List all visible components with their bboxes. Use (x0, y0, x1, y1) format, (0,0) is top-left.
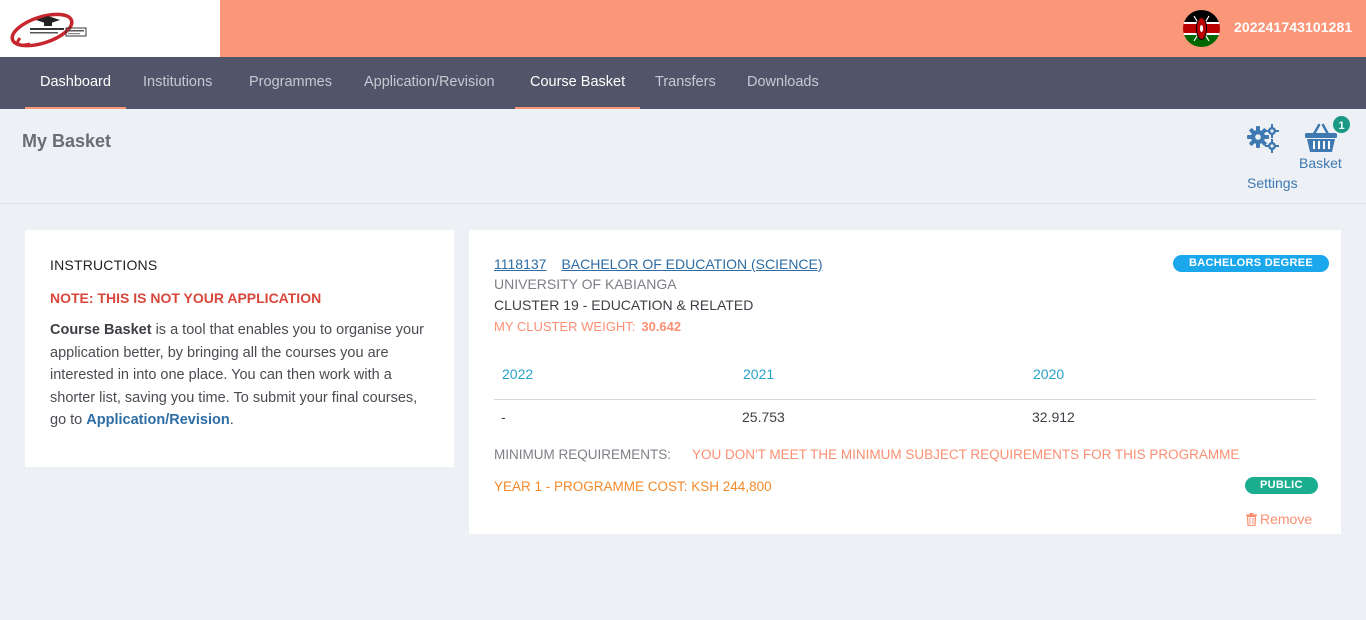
course-code[interactable]: 1118137 (494, 256, 546, 272)
cluster-weight-value: 30.642 (641, 319, 682, 334)
logo-area[interactable] (0, 0, 220, 57)
nav-application-revision[interactable]: Application/Revision (364, 57, 495, 109)
course-name[interactable]: BACHELOR OF EDUCATION (SCIENCE) (561, 256, 822, 272)
programme-cost: YEAR 1 - PROGRAMME COST: KSH 244,800 (494, 479, 772, 494)
course-cluster: CLUSTER 19 - EDUCATION & RELATED (494, 297, 754, 313)
cutoff-value: 32.912 (1032, 409, 1075, 425)
instructions-note: NOTE: THIS IS NOT YOUR APPLICATION (50, 290, 322, 306)
cluster-weight-label: MY CLUSTER WEIGHT: (494, 319, 636, 334)
main-nav: Dashboard Institutions Programmes Applic… (0, 57, 1366, 109)
top-bar: 202241743101281 (0, 0, 1366, 57)
min-requirements-label: MINIMUM REQUIREMENTS: (494, 447, 671, 462)
institution-type-badge: PUBLIC (1245, 477, 1318, 494)
course-card: 1118137 BACHELOR OF EDUCATION (SCIENCE) B… (469, 230, 1341, 534)
application-revision-link[interactable]: Application/Revision (86, 412, 229, 428)
nav-institutions[interactable]: Institutions (143, 57, 212, 109)
nav-programmes[interactable]: Programmes (249, 57, 332, 109)
settings-link[interactable]: Settings (1247, 175, 1298, 191)
min-requirements-status: YOU DON'T MEET THE MINIMUM SUBJECT REQUI… (692, 447, 1240, 462)
nav-dashboard[interactable]: Dashboard (25, 57, 126, 109)
instructions-card: INSTRUCTIONS NOTE: THIS IS NOT YOUR APPL… (25, 230, 454, 467)
course-university: UNIVERSITY OF KABIANGA (494, 276, 677, 292)
nav-course-basket[interactable]: Course Basket (514, 57, 641, 109)
instructions-body-bold: Course Basket (50, 322, 152, 338)
kenya-flag-icon (1183, 10, 1220, 47)
nav-transfers[interactable]: Transfers (655, 57, 716, 109)
cluster-weight: MY CLUSTER WEIGHT: 30.642 (494, 319, 681, 334)
instructions-body-end: . (229, 412, 234, 428)
instructions-heading: INSTRUCTIONS (50, 257, 158, 273)
cutoff-value: - (501, 409, 506, 425)
kuccps-logo-icon (10, 12, 87, 48)
page-title: My Basket (22, 131, 112, 151)
trash-icon (1246, 513, 1257, 527)
cutoff-table-divider (494, 399, 1316, 400)
cutoff-year-header: 2022 (502, 366, 534, 382)
degree-level-badge: BACHELORS DEGREE (1173, 255, 1329, 272)
header-divider (0, 203, 1366, 204)
basket-link[interactable]: Basket (1299, 155, 1342, 171)
cutoff-value: 25.753 (742, 409, 785, 425)
cutoff-year-header: 2020 (1033, 366, 1065, 382)
remove-button[interactable]: Remove (1246, 511, 1312, 527)
course-title-link[interactable]: 1118137 BACHELOR OF EDUCATION (SCIENCE) (494, 256, 823, 272)
user-id[interactable]: 202241743101281 (1234, 19, 1352, 35)
instructions-body: Course Basket is a tool that enables you… (50, 319, 435, 432)
cutoff-year-header: 2021 (743, 366, 775, 382)
nav-downloads[interactable]: Downloads (747, 57, 819, 109)
gears-icon[interactable] (1246, 122, 1280, 156)
basket-count-badge: 1 (1331, 114, 1352, 135)
remove-label[interactable]: Remove (1260, 511, 1312, 527)
